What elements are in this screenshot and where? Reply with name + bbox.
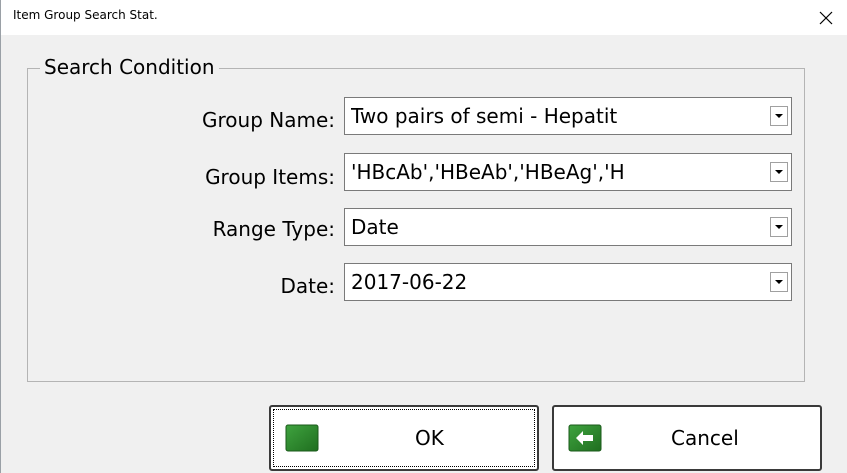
title-bar: Item Group Search Stat. <box>1 0 847 35</box>
group-name-dropdown-button[interactable] <box>770 106 788 126</box>
chevron-down-icon <box>775 170 783 174</box>
group-name-label: Group Name: <box>202 108 335 132</box>
range-type-dropdown-button[interactable] <box>770 217 788 237</box>
cancel-button-label: Cancel <box>671 426 739 450</box>
dialog-window: Item Group Search Stat. Search Condition… <box>0 0 847 473</box>
group-items-value: 'HBcAb','HBeAb','HBeAg','H <box>351 160 625 184</box>
green-square-icon <box>285 424 319 452</box>
range-type-value: Date <box>351 215 399 239</box>
group-items-label: Group Items: <box>205 165 335 189</box>
range-type-label: Range Type: <box>212 217 335 241</box>
date-dropdown-button[interactable] <box>770 272 788 292</box>
left-arrow-icon <box>568 424 602 452</box>
chevron-down-icon <box>775 225 783 229</box>
close-icon <box>819 11 833 24</box>
group-name-value: Two pairs of semi - Hepatit <box>351 104 618 128</box>
group-items-dropdown-button[interactable] <box>770 162 788 182</box>
dialog-body: Search Condition Group Name: Two pairs o… <box>1 35 847 473</box>
date-value: 2017-06-22 <box>351 270 468 294</box>
search-condition-legend: Search Condition <box>40 55 219 79</box>
group-items-select[interactable]: 'HBcAb','HBeAb','HBeAg','H <box>344 153 792 191</box>
range-type-select[interactable]: Date <box>344 208 792 246</box>
chevron-down-icon <box>775 280 783 284</box>
date-picker[interactable]: 2017-06-22 <box>344 263 792 301</box>
ok-button[interactable]: OK <box>269 405 539 471</box>
close-button[interactable] <box>804 0 847 35</box>
group-name-select[interactable]: Two pairs of semi - Hepatit <box>344 97 792 135</box>
chevron-down-icon <box>775 114 783 118</box>
date-label: Date: <box>280 274 335 298</box>
window-title: Item Group Search Stat. <box>13 8 158 22</box>
ok-button-label: OK <box>415 426 444 450</box>
cancel-button[interactable]: Cancel <box>552 405 822 471</box>
